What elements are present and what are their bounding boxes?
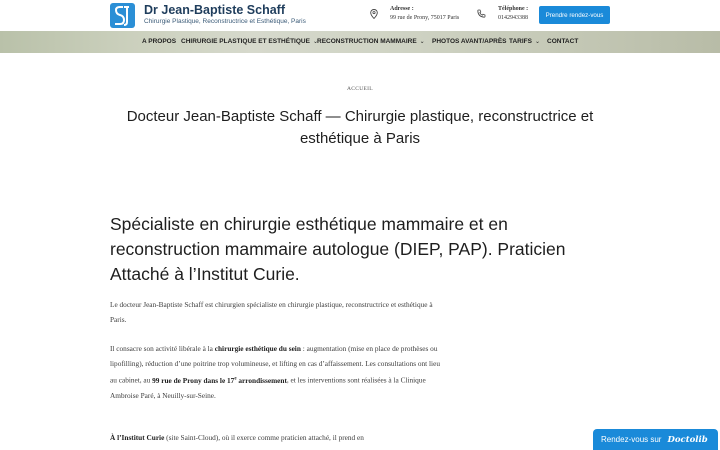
nav-item-chirurgie[interactable]: CHIRURGIE PLASTIQUE ET ESTHÉTIQUE ⌄: [181, 31, 318, 53]
text-span: 99 rue de Prony dans le 17: [152, 375, 235, 385]
nav-item-label: TARIFS: [509, 38, 532, 45]
headline: Spécialiste en chirurgie esthétique mamm…: [110, 214, 566, 284]
nav-item-label: A PROPOS: [142, 38, 177, 45]
curie-paragraph: À l’Institut Curie (site Saint-Cloud), o…: [110, 430, 440, 445]
chevron-down-icon: ⌄: [419, 39, 425, 45]
site-header: Dr Jean-Baptiste Schaff Chirurgie Plasti…: [0, 0, 720, 31]
nav-item-label: RECONSTRUCTION MAMMAIRE: [317, 38, 417, 45]
chevron-down-icon: ⌄: [535, 39, 541, 45]
address-block: Adresse : 99 rue de Prony, 75017 Paris: [390, 6, 459, 21]
phone-block: Téléphone : 0142943388: [498, 6, 528, 21]
widget-label: Rendez-vous sur: [601, 435, 662, 444]
nav-item-photos[interactable]: PHOTOS AVANT/APRÈS: [432, 31, 507, 53]
bold-text: À l’Institut Curie: [110, 433, 165, 442]
book-appointment-button[interactable]: Prendre rendez-vous: [539, 6, 610, 24]
nav-item-label: CHIRURGIE PLASTIQUE ET ESTHÉTIQUE: [181, 38, 310, 45]
text-span: arrondissement: [236, 375, 287, 385]
text-span: Il consacre son activité libérale à la: [110, 344, 215, 353]
nav-item-a-propos[interactable]: A PROPOS: [142, 31, 176, 53]
phone-value[interactable]: 0142943388: [498, 15, 528, 21]
phone-icon: [477, 9, 486, 18]
address-value: 99 rue de Prony, 75017 Paris: [390, 15, 460, 21]
nav-item-tarifs[interactable]: TARIFS ⌄: [509, 31, 540, 53]
brand-tagline: Chirurgie Plastique, Reconstructrice et …: [144, 18, 306, 25]
nav-item-contact[interactable]: CONTACT: [547, 31, 578, 53]
brand-name[interactable]: Dr Jean-Baptiste Schaff: [144, 3, 285, 17]
activity-paragraph: Il consacre son activité libérale à la c…: [110, 341, 440, 403]
nav-item-label: CONTACT: [547, 38, 579, 45]
page-title: Docteur Jean-Baptiste Schaff — Chirurgie…: [126, 108, 594, 147]
nav-item-label: PHOTOS AVANT/APRÈS: [432, 38, 507, 45]
nav-item-reconstruction[interactable]: RECONSTRUCTION MAMMAIRE ⌄: [317, 31, 425, 53]
doctolib-widget-button[interactable]: Rendez-vous sur Doctolib: [593, 429, 718, 450]
address-label: Adresse :: [390, 6, 414, 12]
doctolib-logo: Doctolib: [667, 434, 708, 445]
intro-paragraph: Le docteur Jean-Baptiste Schaff est chir…: [110, 300, 433, 325]
logo-icon[interactable]: [110, 3, 135, 28]
address-bold: 99 rue de Prony dans le 17e arrondisseme…: [152, 376, 287, 385]
text-span: (site Saint-Cloud), où il exerce comme p…: [164, 433, 364, 442]
breadcrumb[interactable]: ACCUEIL: [0, 86, 720, 92]
phone-label: Téléphone :: [498, 6, 529, 12]
bold-text: chirurgie esthétique du sein: [214, 344, 301, 353]
main-nav: A PROPOS CHIRURGIE PLASTIQUE ET ESTHÉTIQ…: [0, 31, 720, 53]
location-pin-icon: [370, 9, 378, 19]
